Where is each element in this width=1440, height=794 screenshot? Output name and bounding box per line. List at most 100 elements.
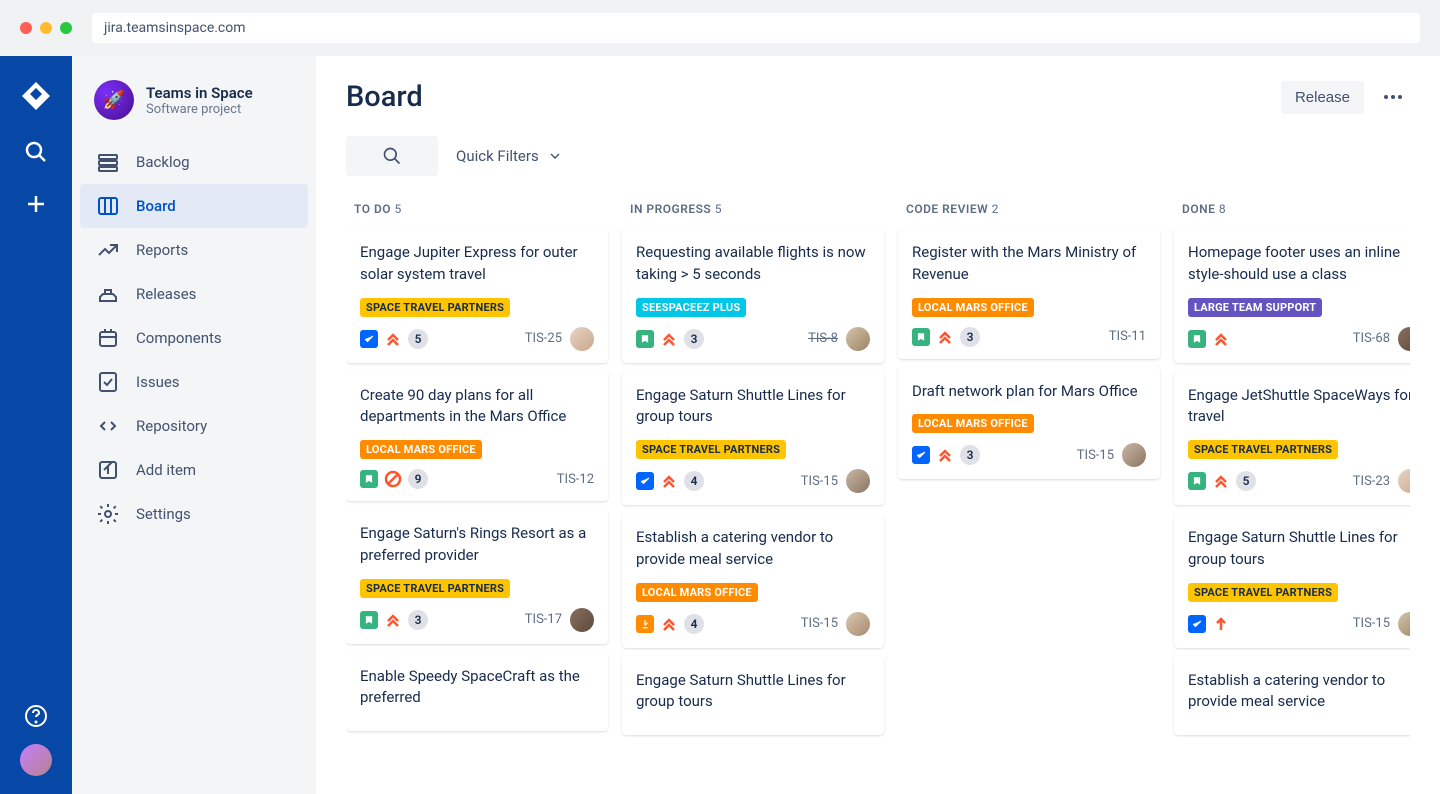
issue-card[interactable]: Requesting available flights is now taki…	[622, 228, 884, 363]
help-icon[interactable]	[24, 704, 48, 728]
card-footer: 4 TIS-15	[636, 612, 870, 636]
card-footer: TIS-68	[1188, 327, 1410, 351]
assignee-avatar[interactable]	[846, 327, 870, 351]
issue-key: TIS-15	[1077, 448, 1114, 463]
priority-highest-icon	[1212, 330, 1230, 348]
board-column: CODE REVIEW 2 Register with the Mars Min…	[898, 194, 1160, 770]
story-points: 5	[408, 329, 428, 349]
window-close-icon[interactable]	[20, 22, 32, 34]
sidebar-item-components[interactable]: Components	[80, 316, 308, 360]
epic-label: SPACE TRAVEL PARTNERS	[1188, 583, 1338, 602]
issue-card[interactable]: Engage Saturn's Rings Resort as a prefer…	[346, 509, 608, 644]
more-actions-button[interactable]	[1376, 87, 1410, 107]
assignee-avatar[interactable]	[1398, 327, 1410, 351]
assignee-avatar[interactable]	[846, 612, 870, 636]
issue-key: TIS-17	[525, 612, 562, 627]
issue-card[interactable]: Create 90 day plans for all departments …	[346, 371, 608, 502]
column-header: DONE 8	[1174, 194, 1410, 228]
assignee-avatar[interactable]	[570, 327, 594, 351]
story-type-icon	[1188, 330, 1206, 348]
quick-filters-label: Quick Filters	[456, 147, 539, 165]
card-footer: 3 TIS-8	[636, 327, 870, 351]
epic-label: LARGE TEAM SUPPORT	[1188, 298, 1322, 317]
priority-highest-icon	[936, 446, 954, 464]
epic-label: LOCAL MARS OFFICE	[912, 414, 1034, 433]
browser-chrome: jira.teamsinspace.com	[0, 0, 1440, 56]
sidebar-item-label: Reports	[136, 241, 188, 259]
card-title: Draft network plan for Mars Office	[912, 381, 1146, 403]
window-maximize-icon[interactable]	[60, 22, 72, 34]
card-title: Establish a catering vendor to provide m…	[1188, 670, 1410, 714]
sidebar-item-reports[interactable]: Reports	[80, 228, 308, 272]
epic-label: SPACE TRAVEL PARTNERS	[636, 440, 786, 459]
sidebar-item-settings[interactable]: Settings	[80, 492, 308, 536]
jira-logo-icon[interactable]	[20, 80, 52, 112]
task-type-icon	[912, 446, 930, 464]
card-title: Create 90 day plans for all departments …	[360, 385, 594, 429]
project-header[interactable]: 🚀 Teams in Space Software project	[80, 80, 308, 140]
story-type-icon	[636, 330, 654, 348]
issue-card[interactable]: Engage Saturn Shuttle Lines for group to…	[622, 656, 884, 736]
column-cards: Homepage footer uses an inline style-sho…	[1174, 228, 1410, 735]
quick-filters-dropdown[interactable]: Quick Filters	[456, 147, 563, 165]
epic-label: SPACE TRAVEL PARTNERS	[360, 298, 510, 317]
task-type-icon	[1188, 615, 1206, 633]
issue-card[interactable]: Establish a catering vendor to provide m…	[622, 513, 884, 648]
sidebar-item-label: Add item	[136, 461, 196, 479]
story-points: 3	[960, 327, 980, 347]
column-count: 8	[1219, 202, 1226, 216]
issue-card[interactable]: Engage Saturn Shuttle Lines for group to…	[622, 371, 884, 506]
priority-highest-icon	[660, 330, 678, 348]
release-button[interactable]: Release	[1281, 81, 1364, 114]
issue-key: TIS-15	[1353, 616, 1390, 631]
column-count: 2	[992, 202, 999, 216]
sidebar-item-repository[interactable]: Repository	[80, 404, 308, 448]
assignee-avatar[interactable]	[570, 608, 594, 632]
sidebar-item-releases[interactable]: Releases	[80, 272, 308, 316]
issue-card[interactable]: Engage JetShuttle SpaceWays for travel S…	[1174, 371, 1410, 506]
card-footer: 3 TIS-15	[912, 443, 1146, 467]
column-count: 5	[395, 202, 402, 216]
sidebar-item-label: Repository	[136, 417, 207, 435]
window-minimize-icon[interactable]	[40, 22, 52, 34]
issue-card[interactable]: Engage Saturn Shuttle Lines for group to…	[1174, 513, 1410, 648]
assignee-avatar[interactable]	[1122, 443, 1146, 467]
repository-icon	[96, 414, 120, 438]
column-header: TO DO 5	[346, 194, 608, 228]
assignee-avatar[interactable]	[1398, 612, 1410, 636]
issue-card[interactable]: Register with the Mars Ministry of Reven…	[898, 228, 1160, 359]
card-footer: 4 TIS-15	[636, 469, 870, 493]
card-title: Engage Saturn Shuttle Lines for group to…	[636, 670, 870, 714]
priority-highest-icon	[1212, 472, 1230, 490]
sidebar-item-board[interactable]: Board	[80, 184, 308, 228]
issue-card[interactable]: Engage Jupiter Express for outer solar s…	[346, 228, 608, 363]
board-search[interactable]	[346, 136, 438, 176]
search-icon[interactable]	[24, 140, 48, 164]
url-text: jira.teamsinspace.com	[104, 20, 246, 36]
create-icon[interactable]	[24, 192, 48, 216]
issue-card[interactable]: Homepage footer uses an inline style-sho…	[1174, 228, 1410, 363]
traffic-lights	[20, 22, 72, 34]
chevron-down-icon	[547, 148, 563, 164]
board-column: DONE 8 Homepage footer uses an inline st…	[1174, 194, 1410, 770]
priority-highest-icon	[660, 472, 678, 490]
sidebar-item-backlog[interactable]: Backlog	[80, 140, 308, 184]
project-type: Software project	[146, 102, 253, 117]
column-header: CODE REVIEW 2	[898, 194, 1160, 228]
card-title: Engage Saturn Shuttle Lines for group to…	[1188, 527, 1410, 571]
issue-key: TIS-11	[1109, 329, 1146, 344]
column-title: IN PROGRESS	[630, 202, 711, 216]
page-title: Board	[346, 80, 423, 114]
card-footer: 5 TIS-25	[360, 327, 594, 351]
url-bar[interactable]: jira.teamsinspace.com	[92, 13, 1420, 43]
sidebar-item-add[interactable]: Add item	[80, 448, 308, 492]
kanban-board: TO DO 5 Engage Jupiter Express for outer…	[346, 194, 1410, 770]
card-title: Enable Speedy SpaceCraft as the preferre…	[360, 666, 594, 710]
issue-card[interactable]: Establish a catering vendor to provide m…	[1174, 656, 1410, 736]
assignee-avatar[interactable]	[846, 469, 870, 493]
assignee-avatar[interactable]	[1398, 469, 1410, 493]
issue-card[interactable]: Draft network plan for Mars Office LOCAL…	[898, 367, 1160, 480]
sidebar-item-issues[interactable]: Issues	[80, 360, 308, 404]
profile-avatar[interactable]	[20, 744, 52, 776]
issue-card[interactable]: Enable Speedy SpaceCraft as the preferre…	[346, 652, 608, 732]
